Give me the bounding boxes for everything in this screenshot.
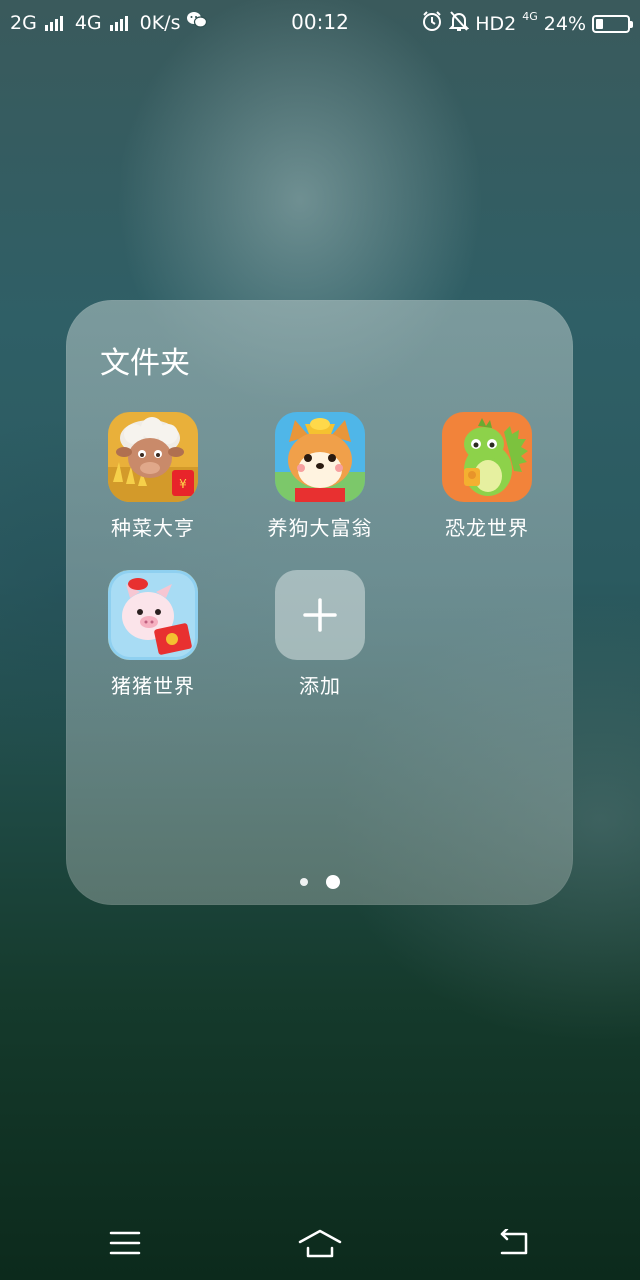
shiba-dog-app-icon[interactable] (275, 412, 365, 502)
folder-title[interactable]: 文件夹 (100, 338, 190, 382)
add-icon[interactable] (275, 570, 365, 660)
back-icon (500, 1229, 528, 1255)
mute-bell-icon (448, 10, 470, 37)
menu-icon (109, 1231, 141, 1255)
folder-panel: 文件夹 ¥ 种菜大亨 养狗大富翁 恐龙世界 猪猪世界 添加 (66, 300, 573, 905)
app-farm[interactable]: ¥ 种菜大亨 (83, 412, 223, 541)
alarm-icon (421, 10, 443, 37)
back-button[interactable] (485, 1215, 545, 1271)
page-dot-active[interactable] (325, 875, 340, 889)
battery-icon (592, 14, 633, 33)
home-button[interactable] (290, 1215, 350, 1271)
status-bar: 2G 4G 0K/s 00:12 HD2 4G 24% (0, 0, 640, 44)
farm-sheep-app-icon[interactable]: ¥ (108, 412, 198, 502)
home-icon (298, 1229, 342, 1258)
menu-button[interactable] (95, 1215, 155, 1271)
page-indicator (66, 875, 573, 889)
add-label: 添加 (299, 674, 341, 698)
status-right: HD2 4G 24% (421, 10, 633, 37)
navigation-bar (0, 1215, 640, 1275)
app-label: 养狗大富翁 (267, 516, 373, 540)
svg-text:¥: ¥ (179, 477, 187, 491)
app-pig[interactable]: 猪猪世界 (83, 570, 223, 699)
page-dot[interactable] (299, 878, 308, 886)
app-label: 恐龙世界 (445, 516, 529, 540)
battery-percent: 24% (543, 12, 586, 35)
network-type-small: 4G (522, 10, 538, 23)
dinosaur-app-icon[interactable] (442, 412, 532, 502)
network-type: HD2 (475, 12, 517, 35)
app-dog[interactable]: 养狗大富翁 (250, 412, 390, 541)
app-label: 猪猪世界 (111, 674, 195, 698)
app-dino[interactable]: 恐龙世界 (417, 412, 557, 541)
app-label: 种菜大亨 (111, 516, 195, 540)
pig-app-icon[interactable] (108, 570, 198, 660)
app-add[interactable]: 添加 (250, 570, 390, 699)
